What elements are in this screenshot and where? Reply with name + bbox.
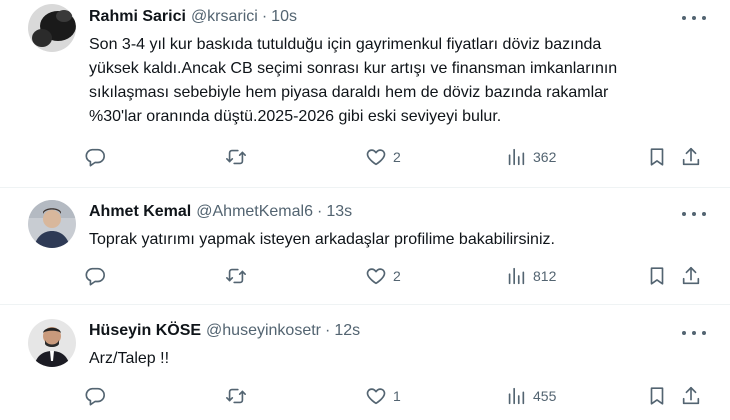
like-count: 2 [393, 268, 401, 284]
display-name[interactable]: Rahmi Sarici [89, 8, 186, 26]
tweet-text: Son 3-4 yıl kur baskıda tutulduğu için g… [89, 33, 709, 129]
heart-icon [366, 268, 386, 285]
avatar[interactable] [28, 4, 76, 52]
tweet[interactable]: Rahmi Sarici @krsarici · 10s Son 3-4 yıl… [0, 0, 730, 187]
comment-bubble-icon [85, 148, 105, 167]
retweet-button[interactable] [225, 265, 247, 287]
tweet-header: Rahmi Sarici @krsarici · 10s [89, 8, 297, 26]
user-handle[interactable]: @AhmetKemal6 [196, 203, 313, 221]
tweet-text-line: Arz/Talep !! [89, 350, 170, 367]
share-upload-icon [682, 386, 700, 405]
share-button[interactable] [680, 265, 702, 287]
comment-bubble-icon [85, 267, 105, 286]
tweet[interactable]: Ahmet Kemal @AhmetKemal6 · 13s Toprak ya… [0, 188, 730, 304]
bookmark-button[interactable] [646, 146, 668, 168]
avatar[interactable] [28, 200, 76, 248]
retweet-icon [226, 149, 246, 165]
bar-chart-icon [508, 148, 525, 166]
view-count: 455 [533, 388, 557, 404]
retweet-icon [226, 268, 246, 284]
like-count: 2 [393, 149, 401, 165]
share-button[interactable] [680, 385, 702, 407]
heart-icon [366, 388, 386, 405]
bookmark-button[interactable] [646, 385, 668, 407]
tweet-text-line: %30'lar oranında düştü.2025-2026 gibi es… [89, 108, 502, 125]
user-handle[interactable]: @krsarici [191, 8, 258, 26]
action-bar: 2 812 [84, 265, 710, 287]
timestamp[interactable]: 13s [326, 203, 352, 221]
like-button[interactable]: 2 [365, 265, 401, 287]
reply-button[interactable] [84, 146, 106, 168]
views-button[interactable]: 362 [505, 146, 556, 168]
view-count: 362 [533, 149, 557, 165]
action-bar: 1 455 [84, 385, 710, 407]
tweet-text-line: Son 3-4 yıl kur baskıda tutulduğu için g… [89, 36, 602, 53]
reply-button[interactable] [84, 385, 106, 407]
more-options-icon[interactable] [682, 8, 706, 28]
more-options-icon[interactable] [682, 204, 706, 224]
retweet-button[interactable] [225, 385, 247, 407]
views-button[interactable]: 455 [505, 385, 556, 407]
tweet-text: Arz/Talep !! [89, 347, 709, 371]
action-bar: 2 362 [84, 146, 710, 168]
more-options-icon[interactable] [682, 323, 706, 343]
like-button[interactable]: 2 [365, 146, 401, 168]
retweet-button[interactable] [225, 146, 247, 168]
tweet-text: Toprak yatırımı yapmak isteyen arkadaşla… [89, 228, 709, 252]
tweet-text-line: sıkılaşması sebebiyle hem piyasa daraldı… [89, 84, 609, 101]
bar-chart-icon [508, 267, 525, 285]
comment-bubble-icon [85, 387, 105, 406]
share-upload-icon [682, 266, 700, 285]
timestamp[interactable]: 12s [334, 322, 360, 340]
heart-icon [366, 149, 386, 166]
separator-dot: · [261, 8, 268, 25]
display-name[interactable]: Hüseyin KÖSE [89, 322, 201, 340]
like-button[interactable]: 1 [365, 385, 401, 407]
reply-button[interactable] [84, 265, 106, 287]
user-handle[interactable]: @huseyinkosetr [206, 322, 321, 340]
share-upload-icon [682, 147, 700, 166]
retweet-icon [226, 388, 246, 404]
tweet-header: Hüseyin KÖSE @huseyinkosetr · 12s [89, 322, 360, 340]
bookmark-icon [650, 387, 664, 405]
tweet-text-line: Toprak yatırımı yapmak isteyen arkadaşla… [89, 231, 555, 248]
share-button[interactable] [680, 146, 702, 168]
separator-dot: · [325, 322, 331, 339]
views-button[interactable]: 812 [505, 265, 556, 287]
bookmark-icon [650, 148, 664, 166]
avatar[interactable] [28, 319, 76, 367]
bookmark-button[interactable] [646, 265, 668, 287]
bar-chart-icon [508, 387, 525, 405]
tweet-header: Ahmet Kemal @AhmetKemal6 · 13s [89, 203, 352, 221]
tweet[interactable]: Hüseyin KÖSE @huseyinkosetr · 12s Arz/Ta… [0, 305, 730, 420]
view-count: 812 [533, 268, 557, 284]
separator-dot: · [316, 203, 323, 220]
tweet-text-line: yüksek kaldı.Ancak CB seçimi sonrası kur… [89, 60, 618, 77]
display-name[interactable]: Ahmet Kemal [89, 203, 191, 221]
timestamp[interactable]: 10s [271, 8, 297, 26]
like-count: 1 [393, 388, 401, 404]
bookmark-icon [650, 267, 664, 285]
